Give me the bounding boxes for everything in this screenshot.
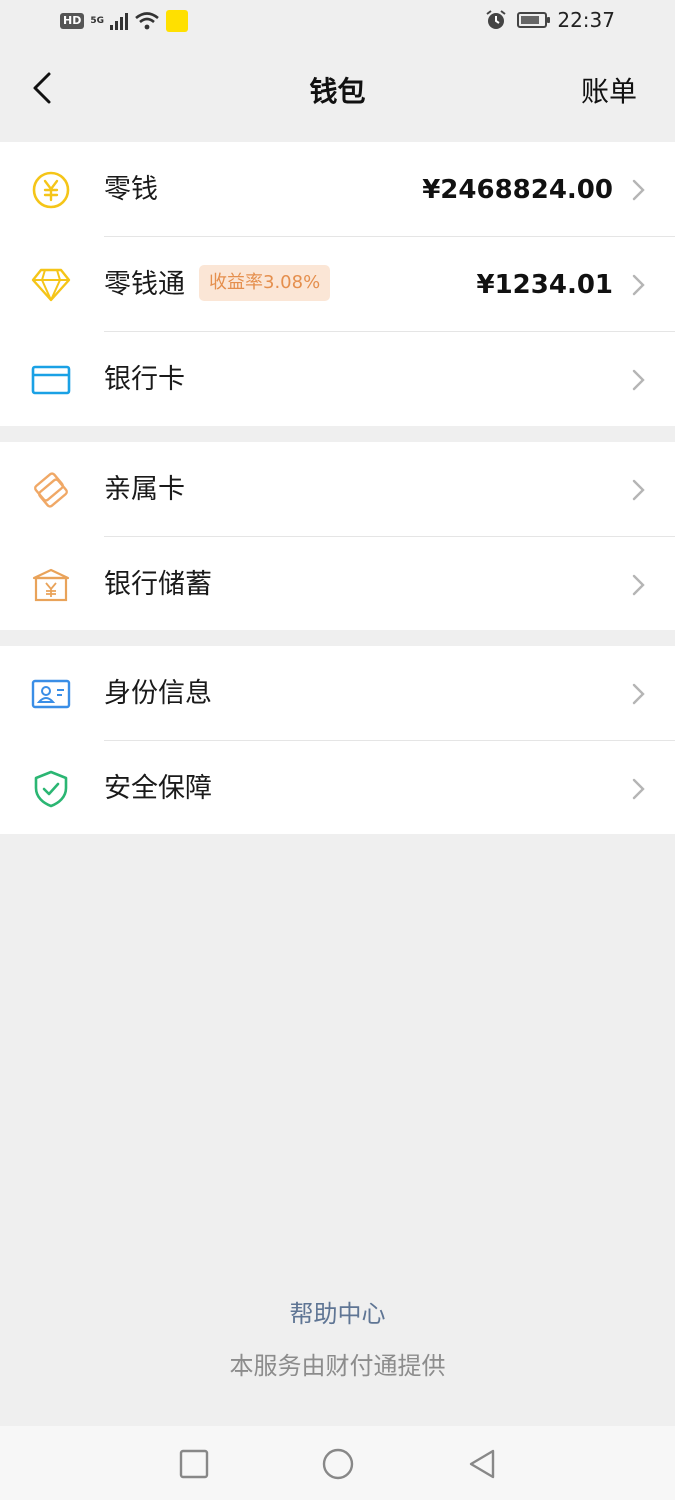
- bill-button[interactable]: 账单: [581, 70, 637, 110]
- help-center-link[interactable]: 帮助中心: [0, 1294, 675, 1329]
- shield-check-icon: [30, 769, 72, 809]
- change-balance: ¥2468824.00: [422, 175, 613, 205]
- page-title: 钱包: [309, 75, 366, 108]
- list-item-label: 零钱: [104, 174, 158, 205]
- list-item-identity[interactable]: 身份信息: [0, 646, 675, 741]
- home-button[interactable]: [318, 1444, 358, 1484]
- list-item-change[interactable]: 零钱 ¥2468824.00: [0, 142, 675, 237]
- list-item-lingqiantong[interactable]: 零钱通 收益率3.08% ¥1234.01: [0, 237, 675, 332]
- list-item-family-card[interactable]: 亲属卡: [0, 442, 675, 537]
- recent-apps-icon: [179, 1449, 209, 1479]
- status-bar: HD 5G 22:37: [0, 0, 675, 46]
- status-time: 22:37: [557, 8, 615, 32]
- diamond-icon: [30, 265, 72, 305]
- chevron-right-icon: [632, 369, 645, 391]
- app-notification-icon: [166, 10, 188, 32]
- battery-icon: [517, 12, 551, 28]
- recent-apps-button[interactable]: [174, 1444, 214, 1484]
- bank-card-icon: [30, 360, 72, 400]
- list-item-label: 安全保障: [104, 773, 212, 804]
- yield-rate-badge: 收益率3.08%: [199, 265, 331, 301]
- chevron-right-icon: [632, 274, 645, 296]
- list-item-label: 零钱通: [104, 269, 185, 300]
- chevron-right-icon: [632, 778, 645, 800]
- yen-coin-icon: [30, 170, 72, 210]
- signal-icon: [110, 12, 128, 30]
- chevron-right-icon: [632, 479, 645, 501]
- alarm-icon: [486, 10, 506, 29]
- list-item-security[interactable]: 安全保障: [0, 741, 675, 836]
- home-icon: [322, 1448, 354, 1480]
- nav-back-button[interactable]: [462, 1444, 502, 1484]
- list-item-label: 银行卡: [104, 364, 185, 395]
- id-card-icon: [30, 674, 72, 714]
- list-item-bank-card[interactable]: 银行卡: [0, 332, 675, 427]
- list-item-label: 身份信息: [104, 678, 212, 709]
- system-nav-bar: [0, 1426, 675, 1500]
- chevron-right-icon: [632, 179, 645, 201]
- back-icon: [469, 1449, 495, 1479]
- hd-icon: HD: [60, 13, 85, 29]
- network-type: 5G: [90, 15, 104, 26]
- family-card-icon: [30, 470, 72, 510]
- list-item-label: 亲属卡: [104, 474, 185, 505]
- list-item-label: 银行储蓄: [104, 569, 212, 600]
- wallet-group-main: 零钱 ¥2468824.00 零钱通 收益率3.08% ¥1234.01 银行卡: [0, 142, 675, 426]
- chevron-right-icon: [632, 683, 645, 705]
- wallet-group-security: 身份信息 安全保障: [0, 646, 675, 834]
- status-left: HD 5G: [60, 10, 188, 32]
- header: 钱包 账单: [0, 46, 675, 142]
- lingqiantong-balance: ¥1234.01: [476, 270, 613, 300]
- chevron-right-icon: [632, 574, 645, 596]
- status-right: 22:37: [485, 8, 615, 32]
- list-item-bank-savings[interactable]: 银行储蓄: [0, 537, 675, 632]
- wallet-group-family: 亲属卡 银行储蓄: [0, 442, 675, 630]
- provider-note: 本服务由财付通提供: [229, 1352, 446, 1380]
- bank-savings-icon: [30, 565, 72, 605]
- wifi-icon: [135, 12, 159, 30]
